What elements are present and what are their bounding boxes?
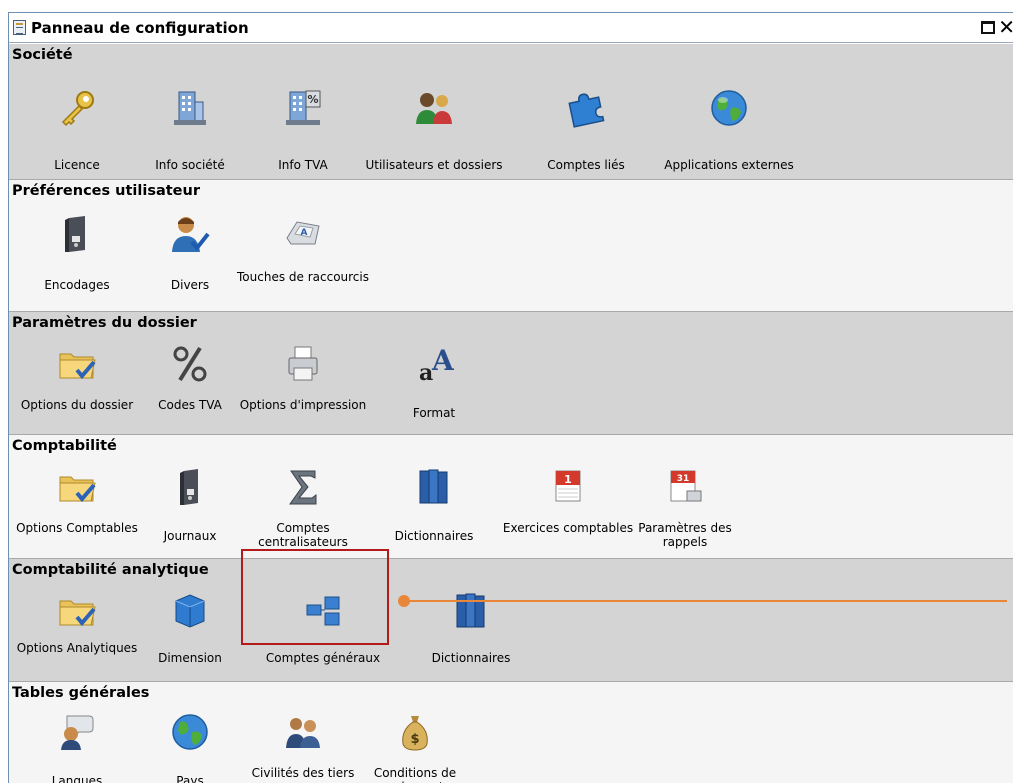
svg-text:A: A — [301, 228, 308, 238]
key-icon — [61, 91, 94, 127]
binder-icon — [65, 216, 85, 252]
section-tables-generales: Tables générales Langues Pays Civilités … — [9, 682, 1013, 783]
callout-line — [407, 600, 1007, 602]
users-icon — [416, 93, 452, 124]
section-comptabilite: Comptabilité Options Comptables Journaux… — [9, 435, 1013, 559]
close-icon[interactable]: ✕ — [998, 15, 1013, 39]
item-label: Format — [412, 406, 456, 420]
books-icon — [419, 469, 448, 504]
section-societe: Société Licence Info société % Info TVA … — [9, 44, 1013, 180]
maximize-icon[interactable] — [981, 21, 995, 34]
font-format-icon: a A — [419, 344, 454, 384]
keyboard-key-icon: A — [286, 221, 320, 245]
folder-check-icon — [59, 476, 96, 503]
calendar-icon: 1 — [555, 470, 581, 502]
section-parametres-dossier: Paramètres du dossier Options du dossier… — [9, 312, 1013, 435]
section-title: Paramètres du dossier — [12, 315, 197, 331]
cube-icon — [175, 594, 205, 628]
section-title: Tables générales — [12, 685, 150, 701]
item-label: Dictionnaires — [431, 651, 511, 665]
section-title: Préférences utilisateur — [12, 183, 200, 199]
item-label: Utilisateurs et dossiers — [365, 158, 503, 172]
svg-text:31: 31 — [677, 474, 690, 484]
money-bag-icon: $ — [402, 716, 428, 751]
item-label: Conditions de paiement — [373, 766, 457, 783]
selection-highlight — [241, 549, 389, 645]
folder-check-icon — [59, 353, 96, 380]
item-label: Dimension — [158, 651, 222, 665]
svg-text:$: $ — [410, 732, 419, 747]
vat-building-icon: % — [286, 90, 321, 125]
globe-icon — [172, 714, 208, 750]
company-building-icon — [174, 91, 206, 125]
section-preferences-utilisateur: Préférences utilisateur Encodages Divers — [9, 180, 1013, 312]
item-label: Comptes centralisateurs — [258, 521, 348, 549]
control-panel-icon — [13, 20, 26, 35]
calendar-31-icon: 31 — [670, 470, 702, 502]
item-label: Options d'impression — [239, 398, 367, 412]
user-check-icon — [172, 217, 210, 252]
people-icon — [286, 718, 320, 748]
item-label: Applications externes — [664, 158, 794, 172]
title-bar: Panneau de configuration ✕ — [9, 13, 1013, 43]
globe-icon — [711, 90, 747, 126]
books-icon — [456, 593, 485, 628]
callout-dot — [398, 595, 410, 607]
puzzle-icon — [568, 93, 605, 128]
printer-icon — [288, 346, 318, 381]
speech-user-icon — [61, 715, 94, 750]
sigma-icon — [289, 470, 317, 505]
svg-text:1: 1 — [564, 473, 572, 486]
folder-check-icon — [59, 600, 96, 627]
configuration-panel-window: Panneau de configuration ✕ Société Licen… — [8, 12, 1013, 783]
item-label: Paramètres des rappels — [638, 521, 732, 549]
item-label: Dictionnaires — [394, 529, 474, 543]
section-comptabilite-analytique: Comptabilité analytique Options Analytiq… — [9, 559, 1013, 682]
percent-icon — [173, 346, 207, 382]
section-title: Comptabilité analytique — [12, 562, 209, 578]
binder-icon — [180, 469, 198, 505]
section-title: Société — [12, 47, 73, 63]
svg-text:%: % — [307, 93, 318, 106]
section-title: Comptabilité — [12, 438, 117, 454]
window-title: Panneau de configuration — [31, 19, 249, 37]
svg-text:A: A — [431, 344, 454, 377]
item-label: Comptes généraux — [265, 651, 381, 665]
item-label: Comptes liés — [547, 158, 625, 172]
item-label: Touches de raccourcis — [237, 270, 369, 284]
item-label: Info TVA — [278, 158, 328, 172]
